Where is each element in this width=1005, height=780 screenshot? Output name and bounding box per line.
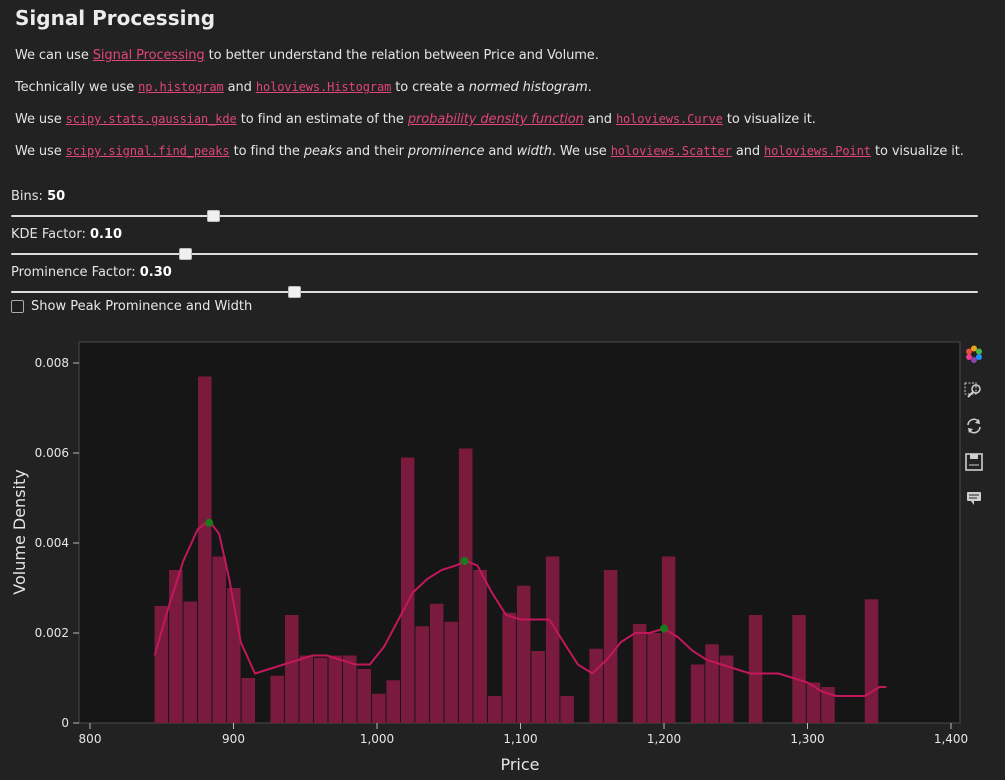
reset-icon[interactable]: [964, 416, 984, 436]
histogram-bar: [748, 615, 763, 723]
histogram-bar: [705, 644, 719, 723]
x-axis-label: Price: [500, 755, 539, 774]
y-tick-label: 0: [61, 716, 69, 730]
x-tick-label: 1,400: [934, 732, 968, 746]
histogram-bar: [328, 655, 342, 723]
histogram-bar: [647, 633, 661, 723]
histogram-bar: [545, 556, 560, 723]
bokeh-logo-icon[interactable]: [964, 344, 984, 364]
histogram-bar: [198, 376, 212, 723]
x-axis: 800 900 1,000 1,100 1,200 1,300 1,400: [79, 723, 968, 746]
histogram-bar: [241, 678, 256, 723]
peak-point: [660, 624, 668, 633]
histogram-bar: [632, 624, 647, 723]
save-icon[interactable]: [964, 452, 984, 472]
peak-point: [460, 557, 469, 565]
histogram-bar: [560, 696, 574, 723]
histogram-bar: [531, 651, 545, 723]
y-axis-label: Volume Density: [10, 469, 29, 594]
y-tick-label: 0.008: [35, 356, 69, 370]
plot-toolbar: [962, 340, 986, 520]
histogram-bar: [415, 626, 429, 723]
x-tick-label: 1,300: [790, 732, 824, 746]
histogram-bar: [516, 585, 531, 723]
x-tick-label: 1,200: [647, 732, 681, 746]
y-tick-label: 0.004: [35, 536, 69, 550]
histogram-bar: [270, 675, 285, 723]
y-tick-label: 0.002: [35, 626, 69, 640]
histogram-bar: [386, 680, 400, 723]
histogram-bar: [429, 603, 444, 723]
histogram-bar: [458, 448, 473, 723]
histogram-bar: [400, 457, 415, 723]
hover-icon[interactable]: [964, 488, 984, 508]
x-tick-label: 900: [222, 732, 245, 746]
peak-point: [205, 518, 214, 527]
histogram-bar: [661, 556, 676, 723]
histogram-bar: [342, 655, 357, 723]
histogram-bar: [285, 615, 299, 723]
histogram-bar: [444, 621, 458, 723]
histogram-bar: [299, 655, 314, 723]
x-tick-label: 1,000: [360, 732, 394, 746]
histogram-bar: [487, 696, 502, 723]
box-zoom-icon[interactable]: [964, 380, 984, 400]
histogram-bar: [792, 615, 806, 723]
histogram-bar: [864, 599, 879, 723]
histogram-bar: [154, 606, 169, 723]
histogram-bar: [212, 556, 227, 723]
histogram-bar: [603, 570, 618, 723]
histogram-bar: [473, 570, 487, 723]
histogram-bar: [502, 612, 516, 723]
x-tick-label: 1,100: [503, 732, 537, 746]
histogram-bar: [690, 664, 705, 723]
histogram-bar: [371, 693, 386, 723]
histogram-bar: [169, 570, 183, 723]
histogram-bar: [183, 601, 198, 723]
histogram-bar: [314, 657, 328, 723]
x-tick-label: 800: [79, 732, 102, 746]
y-axis: 0 0.002 0.004 0.006 0.008: [35, 356, 79, 730]
histogram-chart: 800 900 1,000 1,100 1,200 1,300 1,400 0 0.002 0.…: [10, 341, 968, 774]
y-tick-label: 0.006: [35, 446, 69, 460]
histogram-bar: [589, 648, 603, 723]
histogram-bar: [357, 669, 371, 723]
